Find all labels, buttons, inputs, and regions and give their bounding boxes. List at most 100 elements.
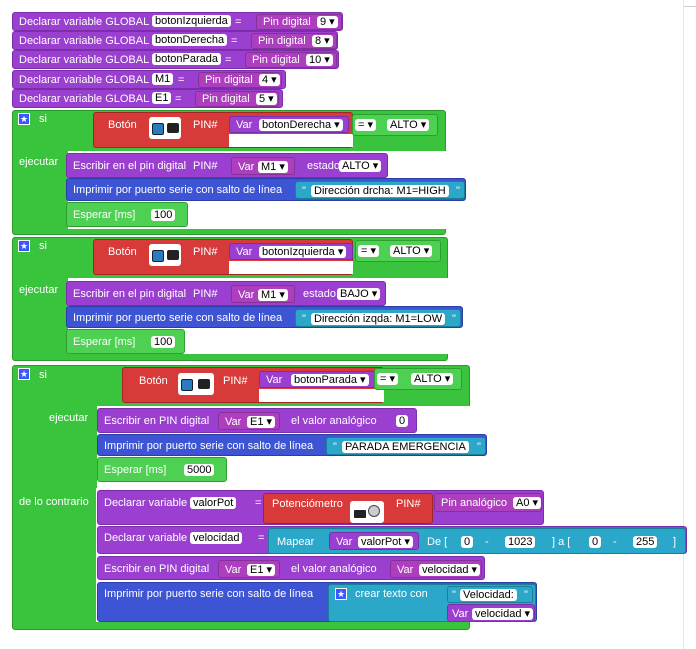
variable-block[interactable]: Var M1 ▾	[231, 157, 295, 175]
text-block[interactable]: " PARADA EMERGENCIA "	[326, 437, 486, 455]
variable-name-field[interactable]: E1	[152, 92, 172, 104]
global-declaration-block[interactable]: Declarar variable GLOBAL botonDerecha = …	[12, 31, 338, 50]
delay-block[interactable]: Esperar [ms] 100	[66, 329, 185, 354]
variable-name-field[interactable]: botonIzquierda	[152, 15, 231, 27]
text-block[interactable]: " Dirección drcha: M1=HIGH "	[295, 181, 465, 199]
analog-pin-dropdown[interactable]: A0 ▾	[513, 497, 542, 509]
pin-digital-block[interactable]: Pin digital 5 ▾	[195, 91, 279, 107]
variable-block[interactable]: Var botonParada ▾	[259, 371, 384, 388]
declare-variable-block[interactable]: Declarar variable velocidad = Mapear Var…	[97, 526, 687, 554]
gear-icon[interactable]: ★	[18, 240, 30, 252]
variable-dropdown[interactable]: botonIzquierda ▾	[259, 246, 347, 258]
gear-icon[interactable]: ★	[18, 113, 30, 125]
from-low-field[interactable]: 0	[461, 536, 474, 548]
variable-dropdown[interactable]: botonDerecha ▾	[259, 119, 343, 131]
operator-dropdown[interactable]: = ▾	[358, 245, 380, 257]
delay-value[interactable]: 5000	[184, 464, 215, 476]
delay-value[interactable]: 100	[151, 209, 176, 221]
global-declaration-block[interactable]: Declarar variable GLOBAL botonIzquierda …	[12, 12, 343, 31]
pin-dropdown[interactable]: 9 ▾	[317, 16, 338, 28]
analog-value-field[interactable]: 0	[396, 415, 409, 427]
global-declaration-label: Declarar variable GLOBAL	[19, 35, 150, 47]
global-declaration-block[interactable]: Declarar variable GLOBAL M1 = Pin digita…	[12, 70, 286, 89]
pin-digital-block[interactable]: Pin digital 4 ▾	[198, 72, 282, 88]
variable-name-field[interactable]: valorPot	[190, 497, 237, 509]
to-low-field[interactable]: 0	[589, 536, 602, 548]
serial-print-block[interactable]: Imprimir por puerto serie con salto de l…	[97, 434, 487, 456]
estado-dropdown[interactable]: BAJO ▾	[337, 288, 381, 300]
equals-label: =	[225, 54, 232, 66]
global-declaration-block[interactable]: Declarar variable GLOBAL E1 = Pin digita…	[12, 89, 283, 108]
variable-block[interactable]: Var botonIzquierda ▾	[229, 243, 353, 260]
text-field[interactable]: Dirección izqda: M1=LOW	[311, 313, 446, 325]
variable-name-field[interactable]: botonDerecha	[152, 34, 228, 46]
compare-operator-block[interactable]: = ▾ ALTO ▾	[352, 114, 438, 136]
alto-dropdown[interactable]: ALTO ▾	[390, 245, 433, 257]
pin-dropdown[interactable]: 4 ▾	[259, 74, 280, 86]
compare-operator-block[interactable]: = ▾ ALTO ▾	[374, 368, 462, 390]
pin-dropdown[interactable]: 5 ▾	[256, 93, 277, 105]
pin-dropdown[interactable]: 8 ▾	[312, 35, 333, 47]
variable-dropdown[interactable]: botonParada ▾	[291, 374, 369, 386]
variable-dropdown[interactable]: velocidad ▾	[419, 564, 481, 576]
variable-block[interactable]: Var velocidad ▾	[447, 604, 535, 622]
compare-operator-block[interactable]: = ▾ ALTO ▾	[355, 240, 441, 262]
global-declaration-block[interactable]: Declarar variable GLOBAL botonParada = P…	[12, 50, 339, 69]
pin-digital-block[interactable]: Pin digital 9 ▾	[256, 14, 342, 30]
variable-dropdown[interactable]: velocidad ▾	[472, 608, 534, 620]
variable-dropdown[interactable]: M1 ▾	[258, 161, 288, 173]
text-block[interactable]: " Velocidad: "	[447, 586, 533, 603]
variable-name-field[interactable]: botonParada	[152, 53, 221, 65]
alto-dropdown[interactable]: ALTO ▾	[411, 373, 454, 385]
serial-print-block[interactable]: Imprimir por puerto serie con salto de l…	[66, 178, 466, 201]
operator-dropdown[interactable]: = ▾	[355, 119, 377, 131]
from-high-field[interactable]: 1023	[505, 536, 536, 548]
pin-dropdown[interactable]: 10 ▾	[306, 54, 333, 66]
variable-name-field[interactable]: velocidad	[190, 532, 243, 544]
text-field[interactable]: Dirección drcha: M1=HIGH	[311, 185, 449, 197]
pin-digital-block[interactable]: Pin digital 10 ▾	[245, 52, 337, 68]
serial-print-block[interactable]: Imprimir por puerto serie con salto de l…	[66, 306, 463, 328]
potentiometer-block[interactable]: Potenciómetro PIN#	[263, 493, 433, 524]
text-block[interactable]: " Dirección izqda: M1=LOW "	[295, 309, 461, 327]
variable-block[interactable]: Var valorPot ▾	[329, 532, 419, 550]
variable-name-field[interactable]: M1	[152, 73, 174, 85]
variable-dropdown[interactable]: M1 ▾	[258, 289, 288, 301]
digital-write-block[interactable]: Escribir en el pin digital PIN# Var M1 ▾…	[66, 153, 388, 178]
variable-dropdown[interactable]: E1 ▾	[247, 564, 276, 576]
variable-block[interactable]: Var botonDerecha ▾	[229, 116, 349, 133]
analog-write-block[interactable]: Escribir en PIN digital Var E1 ▾ el valo…	[97, 408, 417, 433]
variable-dropdown[interactable]: valorPot ▾	[358, 536, 413, 548]
text-field[interactable]: Velocidad:	[460, 589, 517, 601]
digital-write-block[interactable]: Escribir en el pin digital PIN# Var M1 ▾…	[66, 281, 386, 306]
analog-write-block[interactable]: Escribir en PIN digital Var E1 ▾ el valo…	[97, 556, 485, 580]
var-label: Var	[336, 536, 353, 548]
variable-block[interactable]: Var E1 ▾	[218, 412, 280, 430]
delay-block[interactable]: Esperar [ms] 100	[66, 202, 188, 227]
gear-icon[interactable]: ★	[18, 368, 30, 380]
delay-value[interactable]: 100	[151, 336, 176, 348]
var-label: Var	[225, 416, 242, 428]
alto-dropdown[interactable]: ALTO ▾	[387, 119, 430, 131]
operator-dropdown[interactable]: = ▾	[377, 373, 399, 385]
variable-block[interactable]: Var velocidad ▾	[390, 560, 482, 578]
button-sensor-block[interactable]: Botón PIN# Var botonParada ▾	[122, 367, 384, 403]
variable-block[interactable]: Var M1 ▾	[231, 285, 295, 303]
delay-block[interactable]: Esperar [ms] 5000	[97, 457, 227, 482]
text-field[interactable]: PARADA EMERGENCIA	[342, 441, 469, 453]
pin-digital-block[interactable]: Pin digital 8 ▾	[251, 33, 337, 49]
gear-icon[interactable]: ★	[335, 588, 347, 600]
pin-digital-label: Pin digital	[263, 16, 311, 28]
analog-pin-block[interactable]: Pin analógico A0 ▾	[434, 493, 542, 512]
serial-print-block[interactable]: Imprimir por puerto serie con salto de l…	[97, 582, 537, 622]
button-sensor-block[interactable]: Botón PIN# Var botonDerecha ▾	[93, 112, 353, 148]
map-block[interactable]: Mapear Var valorPot ▾ De [ 0 - 1023 ] a …	[268, 528, 686, 554]
create-text-block[interactable]: ★ crear texto con " Velocidad: " Var vel…	[328, 584, 536, 622]
declare-variable-block[interactable]: Declarar variable valorPot = Potenciómet…	[97, 490, 544, 525]
variable-dropdown[interactable]: E1 ▾	[247, 416, 276, 428]
estado-dropdown[interactable]: ALTO ▾	[339, 160, 382, 172]
variable-block[interactable]: Var E1 ▾	[218, 560, 280, 578]
quote-open: "	[452, 589, 456, 601]
to-high-field[interactable]: 255	[633, 536, 658, 548]
button-sensor-block[interactable]: Botón PIN# Var botonIzquierda ▾	[93, 239, 353, 275]
